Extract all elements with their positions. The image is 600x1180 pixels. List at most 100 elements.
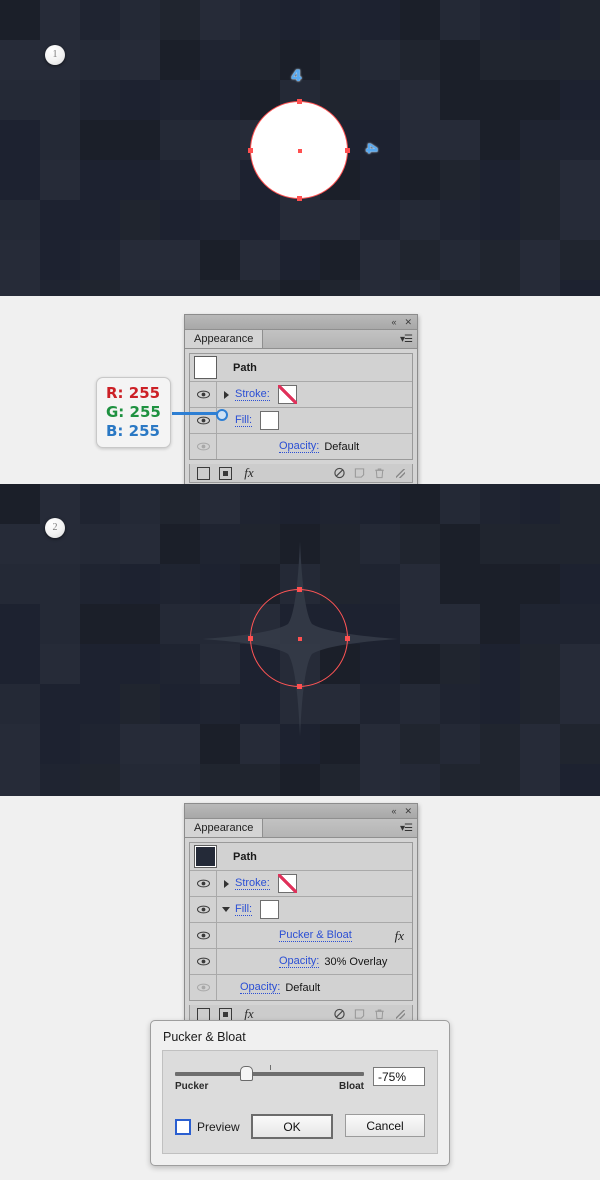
panel-titlebar: « ✕ (185, 315, 417, 330)
visibility-toggle-stroke[interactable] (190, 382, 217, 407)
ok-button[interactable]: OK (251, 1114, 333, 1139)
fill-swatch[interactable] (260, 411, 280, 430)
visibility-toggle-fill[interactable] (190, 897, 217, 922)
visibility-toggle-stroke[interactable] (190, 871, 217, 896)
new-stroke-icon[interactable] (197, 1007, 210, 1021)
visibility-toggle-effect[interactable] (190, 923, 217, 948)
cursor-label-top: 4 (291, 66, 303, 85)
duplicate-icon[interactable] (354, 1009, 365, 1020)
appearance-panel-1[interactable]: « ✕ Appearance ▾☰ Path Stroke: Fill: Opa… (184, 314, 418, 488)
new-fill-icon[interactable] (219, 1007, 232, 1021)
stroke-swatch[interactable] (277, 874, 297, 893)
rgb-red-value: R: 255 (106, 384, 161, 402)
eye-icon (196, 931, 210, 940)
dialog-buttons: OK Cancel (251, 1114, 425, 1139)
pucker-bloat-dialog[interactable]: Pucker & Bloat Pucker Bloat -75% Preview (150, 1020, 450, 1166)
anchor-point-right[interactable] (345, 636, 350, 641)
resize-grip-icon[interactable] (396, 468, 405, 478)
row-opacity-overlay[interactable]: Opacity: 30% Overlay (190, 949, 412, 975)
close-icon[interactable]: ✕ (404, 317, 412, 327)
fill-label[interactable]: Fill: (235, 903, 253, 916)
preview-checkbox[interactable] (175, 1118, 191, 1135)
slider-center-tick (269, 1065, 271, 1070)
disclosure-stroke[interactable] (217, 390, 235, 399)
anchor-point-left[interactable] (248, 148, 253, 153)
panel-menu-icon[interactable]: ▾☰ (400, 819, 417, 837)
disclosure-stroke[interactable] (217, 879, 235, 888)
anchor-point-top[interactable] (297, 99, 302, 104)
slider-row: Pucker Bloat -75% (175, 1065, 425, 1092)
cancel-button[interactable]: Cancel (345, 1114, 425, 1137)
fx-icon[interactable]: fx (241, 1006, 257, 1021)
new-fill-icon[interactable] (219, 466, 232, 480)
appearance-header-row[interactable]: Path (190, 354, 412, 382)
opacity-overlay-label[interactable]: Opacity: (279, 955, 320, 968)
slider-end-labels: Pucker Bloat (175, 1081, 364, 1092)
row-pucker-bloat[interactable]: Pucker & Bloat fx (190, 923, 412, 949)
anchor-point-top[interactable] (297, 587, 302, 592)
collapse-icon[interactable]: « (391, 806, 396, 816)
step-badge-2: 2 (45, 518, 65, 538)
delete-icon[interactable] (374, 468, 385, 479)
anchor-point-center[interactable] (298, 637, 302, 641)
panel-menu-icon[interactable]: ▾☰ (400, 330, 417, 348)
artwork-puckered-star[interactable] (202, 541, 398, 737)
new-stroke-icon[interactable] (197, 466, 210, 480)
eye-icon (196, 957, 210, 966)
slider-handle[interactable] (239, 1066, 253, 1081)
resize-grip-icon[interactable] (396, 1009, 405, 1019)
row-stroke[interactable]: Stroke: (190, 382, 412, 408)
fill-label[interactable]: Fill: (235, 414, 253, 427)
row-stroke[interactable]: Stroke: (190, 871, 412, 897)
effect-label[interactable]: Pucker & Bloat (279, 929, 352, 942)
anchor-point-center[interactable] (298, 149, 302, 153)
clear-appearance-icon[interactable] (334, 467, 345, 479)
close-icon[interactable]: ✕ (404, 806, 412, 816)
disclosure-fill[interactable] (217, 907, 235, 912)
visibility-toggle-opacity-default[interactable] (190, 975, 217, 1000)
appearance-panel-2[interactable]: « ✕ Appearance ▾☰ Path Stroke: Fill: Puc… (184, 803, 418, 1029)
eye-icon-disabled (196, 442, 210, 451)
tab-appearance[interactable]: Appearance (185, 330, 264, 348)
preview-checkbox-row[interactable]: Preview (175, 1118, 240, 1135)
row-fill[interactable]: Fill: (190, 897, 412, 923)
fill-swatch[interactable] (260, 900, 280, 919)
canvas-step-2: 2 (0, 484, 600, 796)
stroke-label[interactable]: Stroke: (235, 877, 270, 890)
artwork-circle[interactable] (248, 99, 350, 201)
fx-icon[interactable]: fx (395, 928, 404, 944)
object-label: Path (233, 850, 257, 863)
panel-footer: fx (189, 464, 413, 483)
visibility-toggle-opacity-overlay[interactable] (190, 949, 217, 974)
eye-icon-disabled (196, 983, 210, 992)
appearance-header-row[interactable]: Path (190, 843, 412, 871)
eye-icon (196, 879, 210, 888)
canvas-step-1: 1 4 4 (0, 0, 600, 296)
duplicate-icon[interactable] (354, 468, 365, 479)
stroke-label[interactable]: Stroke: (235, 388, 270, 401)
fx-icon[interactable]: fx (241, 465, 257, 480)
anchor-point-bottom[interactable] (297, 684, 302, 689)
delete-icon[interactable] (374, 1009, 385, 1020)
opacity-label[interactable]: Opacity: (279, 440, 320, 453)
stroke-swatch[interactable] (277, 385, 297, 404)
visibility-toggle-opacity[interactable] (190, 434, 217, 459)
clear-appearance-icon[interactable] (334, 1008, 345, 1020)
opacity-default-label[interactable]: Opacity: (240, 981, 281, 994)
slider-track[interactable] (175, 1065, 364, 1081)
collapse-icon[interactable]: « (391, 317, 396, 327)
pucker-bloat-slider[interactable]: Pucker Bloat (175, 1065, 364, 1092)
cursor-label-right: 4 (362, 142, 382, 155)
opacity-overlay-value: 30% Overlay (324, 955, 388, 968)
row-opacity[interactable]: Opacity: Default (190, 434, 412, 459)
anchor-point-right[interactable] (345, 148, 350, 153)
anchor-point-left[interactable] (248, 636, 253, 641)
panel-tabbar: Appearance ▾☰ (185, 330, 417, 349)
row-opacity-default[interactable]: Opacity: Default (190, 975, 412, 1000)
opacity-default-value: Default (285, 981, 321, 994)
pucker-bloat-value-input[interactable]: -75% (373, 1067, 425, 1086)
anchor-point-bottom[interactable] (297, 196, 302, 201)
callout-connector-line (172, 412, 222, 415)
appearance-list: Path Stroke: Fill: (189, 842, 413, 1001)
tab-appearance[interactable]: Appearance (185, 819, 264, 837)
